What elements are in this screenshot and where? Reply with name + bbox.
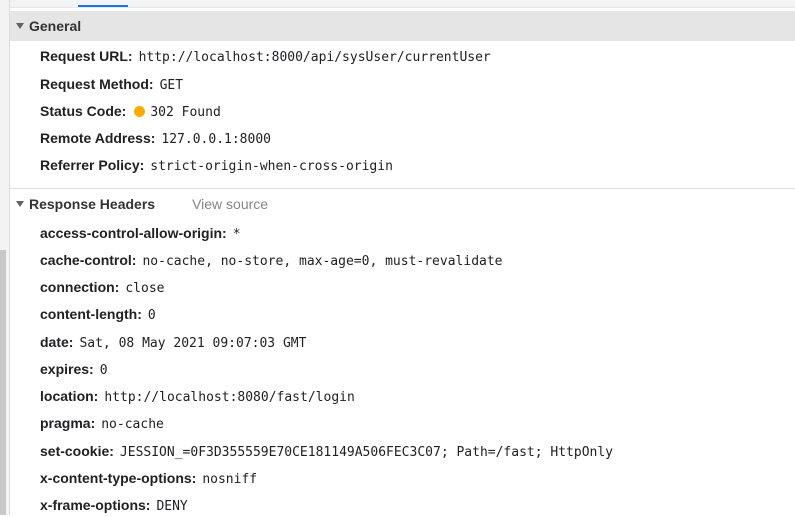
header-value: http://localhost:8080/fast/login: [104, 390, 355, 405]
header-value: GET: [159, 78, 184, 93]
response-header-row: x-content-type-options: nosniff: [40, 468, 257, 488]
response-header-row: expires: 0: [40, 359, 108, 379]
tab-strip: [10, 0, 795, 8]
header-value: http://localhost:8000/api/sysUser/curren…: [138, 50, 491, 65]
header-value: no-cache, no-store, max-age=0, must-reva…: [142, 254, 503, 269]
header-value: JESSION_=0F3D355559E70CE181149A506FEC3C0…: [119, 445, 614, 460]
left-scrollbar-thumb[interactable]: [0, 250, 6, 515]
header-value: strict-origin-when-cross-origin: [150, 159, 393, 174]
header-name: access-control-allow-origin:: [40, 225, 227, 241]
collapse-triangle-icon[interactable]: [16, 200, 24, 207]
remote-address-row: Remote Address: 127.0.0.1:8000: [40, 128, 271, 148]
header-name: Status Code:: [40, 103, 127, 119]
header-name: cache-control:: [40, 252, 137, 268]
status-code-row: Status Code: 302 Found: [40, 101, 221, 121]
status-dot-icon: [134, 106, 146, 117]
view-source-link[interactable]: View source: [192, 196, 268, 212]
response-header-row: content-length: 0: [40, 304, 156, 324]
header-name: Referrer Policy:: [40, 157, 145, 173]
referrer-policy-row: Referrer Policy: strict-origin-when-cross…: [40, 155, 393, 175]
response-header-row: connection: close: [40, 277, 164, 297]
header-name: location:: [40, 388, 99, 404]
header-name: x-content-type-options:: [40, 470, 197, 486]
header-name: date:: [40, 334, 74, 350]
header-value: DENY: [156, 499, 188, 514]
header-value: close: [125, 281, 165, 296]
header-name: Request URL:: [40, 48, 133, 64]
response-header-row: cache-control: no-cache, no-store, max-ag…: [40, 250, 503, 270]
response-header-row: access-control-allow-origin: *: [40, 223, 241, 243]
header-name: Remote Address:: [40, 130, 156, 146]
general-section-header[interactable]: General: [10, 11, 795, 41]
header-name: content-length:: [40, 306, 142, 322]
header-value: *: [232, 227, 241, 242]
active-tab-indicator: [78, 5, 128, 7]
header-value: 127.0.0.1:8000: [161, 132, 271, 147]
response-header-row: set-cookie: JESSION_=0F3D355559E70CE18114…: [40, 441, 613, 461]
header-value: Sat, 08 May 2021 09:07:03 GMT: [79, 336, 307, 351]
header-name: x-frame-options:: [40, 497, 151, 513]
general-section-title: General: [29, 18, 82, 34]
header-name: set-cookie:: [40, 443, 114, 459]
header-name: connection:: [40, 279, 120, 295]
response-header-row: location: http://localhost:8080/fast/logi…: [40, 386, 355, 406]
response-header-row: x-frame-options: DENY: [40, 495, 188, 515]
header-value: 302 Found: [150, 105, 221, 120]
header-value: nosniff: [202, 472, 258, 487]
response-headers-section-header[interactable]: Response Headers View source: [10, 188, 795, 218]
header-value: 0: [147, 308, 156, 323]
collapse-triangle-icon[interactable]: [16, 23, 24, 29]
header-name: Request Method:: [40, 76, 154, 92]
header-name: pragma:: [40, 415, 96, 431]
response-headers-section-title: Response Headers: [29, 195, 156, 212]
request-url-row: Request URL: http://localhost:8000/api/sy…: [40, 46, 491, 66]
request-method-row: Request Method: GET: [40, 74, 183, 94]
header-name: expires:: [40, 361, 94, 377]
response-header-row: pragma: no-cache: [40, 413, 164, 433]
header-value: no-cache: [101, 417, 164, 432]
response-header-row: date: Sat, 08 May 2021 09:07:03 GMT: [40, 332, 306, 352]
header-value: 0: [99, 363, 108, 378]
